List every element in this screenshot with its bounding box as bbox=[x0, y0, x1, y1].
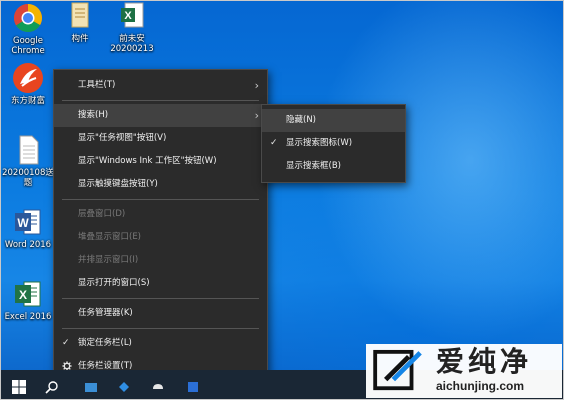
desktop-icon-label: Google bbox=[13, 36, 43, 46]
desktop-icon-excel-2016[interactable]: X Excel 2016 bbox=[0, 278, 56, 322]
svg-text:X: X bbox=[124, 10, 132, 22]
menu-item-label: 并排显示窗口(I) bbox=[78, 255, 139, 265]
desktop-icon-word-2016[interactable]: W Word 2016 bbox=[0, 206, 56, 250]
menu-item-lock-taskbar[interactable]: ✓ 锁定任务栏(L) bbox=[54, 332, 267, 355]
watermark-url: aichunjing.com bbox=[436, 379, 525, 393]
menu-item-label: 显示搜索图标(W) bbox=[286, 138, 353, 148]
taskbar-context-menu: 工具栏(T) › 搜索(H) › 显示"任务视图"按钮(V) 显示"Window… bbox=[53, 69, 268, 383]
menu-separator bbox=[62, 100, 259, 101]
menu-item-side-by-side: 并排显示窗口(I) bbox=[54, 249, 267, 272]
desktop-icon-excel-file[interactable]: X 前未安 20200213 bbox=[104, 0, 160, 54]
text-document-icon bbox=[19, 135, 39, 165]
svg-text:X: X bbox=[19, 288, 27, 302]
eastmoney-icon bbox=[13, 63, 43, 93]
menu-item-label: 任务管理器(K) bbox=[78, 308, 133, 318]
menu-item-label: 显示"Windows Ink 工作区"按钮(W) bbox=[78, 156, 217, 166]
excel-file-icon: X bbox=[121, 2, 144, 28]
menu-item-label: 显示打开的窗口(S) bbox=[78, 278, 150, 288]
menu-item-label: 堆叠显示窗口(E) bbox=[78, 232, 142, 242]
watermark-title: 爱纯净 bbox=[436, 345, 533, 378]
desktop-icon-label: 构件 bbox=[71, 34, 89, 44]
desktop-icon-text-document[interactable]: 20200108送 题 bbox=[0, 134, 56, 188]
menu-item-label: 隐藏(N) bbox=[286, 115, 316, 125]
menu-item-label: 工具栏(T) bbox=[78, 80, 116, 90]
desktop-icon-label: 前未安 bbox=[119, 34, 145, 44]
desktop-icon-component[interactable]: 构件 bbox=[52, 0, 108, 44]
menu-item-show-windows-ink[interactable]: 显示"Windows Ink 工作区"按钮(W) bbox=[54, 150, 267, 173]
menu-item-show-touch-keyboard[interactable]: 显示触摸键盘按钮(Y) bbox=[54, 173, 267, 196]
taskbar-app-icon[interactable] bbox=[84, 378, 98, 396]
menu-item-search[interactable]: 搜索(H) › bbox=[54, 104, 267, 127]
chevron-right-icon: › bbox=[254, 79, 259, 92]
chrome-icon bbox=[14, 4, 42, 32]
submenu-item-hidden[interactable]: 隐藏(N) bbox=[262, 109, 405, 132]
menu-item-cascade-windows: 层叠窗口(D) bbox=[54, 203, 267, 226]
desktop-icon-label: 东方财富 bbox=[10, 96, 45, 106]
desktop-icon-label-line2: Chrome bbox=[11, 46, 45, 56]
search-submenu: 隐藏(N) ✓ 显示搜索图标(W) 显示搜索框(B) bbox=[261, 104, 406, 183]
menu-item-label: 显示触摸键盘按钮(Y) bbox=[78, 179, 158, 189]
menu-item-stack-windows: 堆叠显示窗口(E) bbox=[54, 226, 267, 249]
desktop-icon-label: Excel 2016 bbox=[4, 312, 52, 322]
windows-start-icon[interactable] bbox=[12, 378, 26, 396]
search-icon[interactable] bbox=[45, 378, 59, 396]
menu-item-show-task-view[interactable]: 显示"任务视图"按钮(V) bbox=[54, 127, 267, 150]
svg-text:W: W bbox=[17, 216, 29, 230]
menu-separator bbox=[62, 328, 259, 329]
menu-item-label: 显示搜索框(B) bbox=[286, 161, 341, 171]
taskbar-app-icon[interactable] bbox=[151, 378, 165, 396]
word-icon: W bbox=[15, 209, 41, 235]
desktop-icon-label-line2: 20200213 bbox=[110, 44, 154, 54]
submenu-item-show-search-box[interactable]: 显示搜索框(B) bbox=[262, 155, 405, 178]
watermark-logo-icon bbox=[373, 349, 422, 391]
menu-item-toolbars[interactable]: 工具栏(T) › bbox=[54, 74, 267, 97]
menu-item-task-manager[interactable]: 任务管理器(K) bbox=[54, 302, 267, 325]
menu-item-label: 锁定任务栏(L) bbox=[78, 338, 132, 348]
folder-document-icon bbox=[71, 2, 89, 28]
menu-separator bbox=[62, 199, 259, 200]
desktop-icon-eastmoney[interactable]: 东方财富 bbox=[0, 62, 56, 106]
menu-item-label: 搜索(H) bbox=[78, 110, 109, 120]
checkmark-icon: ✓ bbox=[270, 138, 278, 148]
desktop-icon-label: Word 2016 bbox=[4, 240, 52, 250]
excel-icon: X bbox=[15, 281, 41, 307]
menu-separator bbox=[62, 298, 259, 299]
desktop-icon-label-line2: 题 bbox=[23, 178, 33, 188]
menu-item-label: 显示"任务视图"按钮(V) bbox=[78, 133, 167, 143]
desktop-icon-label: 20200108送 bbox=[2, 168, 54, 178]
checkmark-icon: ✓ bbox=[62, 338, 70, 348]
menu-item-show-open-windows[interactable]: 显示打开的窗口(S) bbox=[54, 272, 267, 295]
chevron-right-icon: › bbox=[254, 109, 259, 122]
submenu-item-show-search-icon[interactable]: ✓ 显示搜索图标(W) bbox=[262, 132, 405, 155]
desktop[interactable]: Google Chrome 构件 X 前未安 20200213 东方财富 202… bbox=[0, 0, 564, 400]
watermark-badge: 爱纯净 aichunjing.com bbox=[366, 344, 562, 398]
taskbar-app-icon[interactable] bbox=[117, 378, 131, 396]
desktop-icon-chrome[interactable]: Google Chrome bbox=[0, 2, 56, 56]
menu-item-label: 层叠窗口(D) bbox=[78, 209, 126, 219]
taskbar-app-icon[interactable] bbox=[186, 378, 200, 396]
